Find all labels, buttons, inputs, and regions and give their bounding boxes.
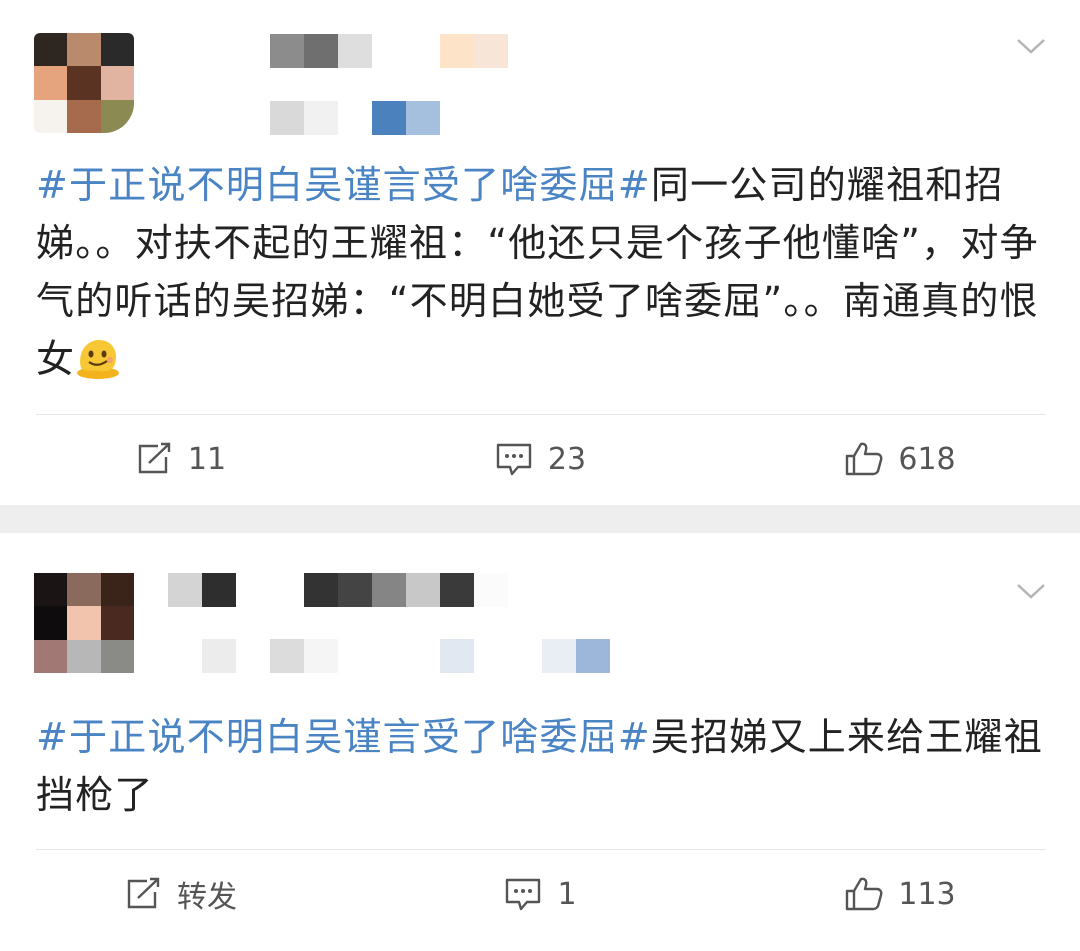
action-bar: 11 23 618 [0,439,1080,479]
divider [36,849,1046,850]
like-count: 113 [898,876,956,912]
comment-count: 23 [547,441,587,477]
avatar[interactable] [34,33,134,133]
melting-face-emoji [77,340,120,379]
chevron-down-icon[interactable] [1016,581,1046,601]
weibo-post: #于正说不明白吴谨言受了啥委屈#吴招娣又上来给王耀祖挡枪了 转发 1 113 [0,533,1080,951]
repost-button[interactable]: 转发 [0,874,360,915]
divider [36,414,1046,415]
repost-icon [138,442,171,474]
like-count: 618 [898,441,956,477]
post-text: #于正说不明白吴谨言受了啥委屈#吴招娣又上来给王耀祖挡枪了 [36,708,1046,824]
hashtag-link[interactable]: #于正说不明白吴谨言受了啥委屈# [36,163,651,207]
weibo-post: #于正说不明白吴谨言受了啥委屈#同一公司的耀祖和招娣。。对扶不起的王耀祖：“他还… [0,0,1080,505]
comment-icon [506,878,541,911]
post-meta [270,101,440,135]
username[interactable] [168,573,508,607]
like-button[interactable]: 618 [720,439,1080,479]
repost-label: 转发 [177,880,237,915]
post-meta [168,639,610,673]
post-separator [0,505,1080,533]
thumbs-up-icon [846,877,883,911]
repost-icon [127,877,160,909]
avatar[interactable] [34,573,134,673]
hashtag-link[interactable]: #于正说不明白吴谨言受了啥委屈# [36,715,651,759]
like-button[interactable]: 113 [720,874,1080,914]
repost-count: 11 [187,441,227,477]
repost-button[interactable]: 11 [0,439,360,479]
thumbs-up-icon [846,442,883,476]
comment-icon [496,443,532,476]
action-bar: 转发 1 113 [0,874,1080,915]
post-text: #于正说不明白吴谨言受了啥委屈#同一公司的耀祖和招娣。。对扶不起的王耀祖：“他还… [36,156,1046,388]
comment-button[interactable]: 1 [360,874,720,914]
chevron-down-icon[interactable] [1016,36,1046,56]
comment-button[interactable]: 23 [360,439,720,479]
username[interactable] [270,34,508,68]
comment-count: 1 [557,876,577,912]
